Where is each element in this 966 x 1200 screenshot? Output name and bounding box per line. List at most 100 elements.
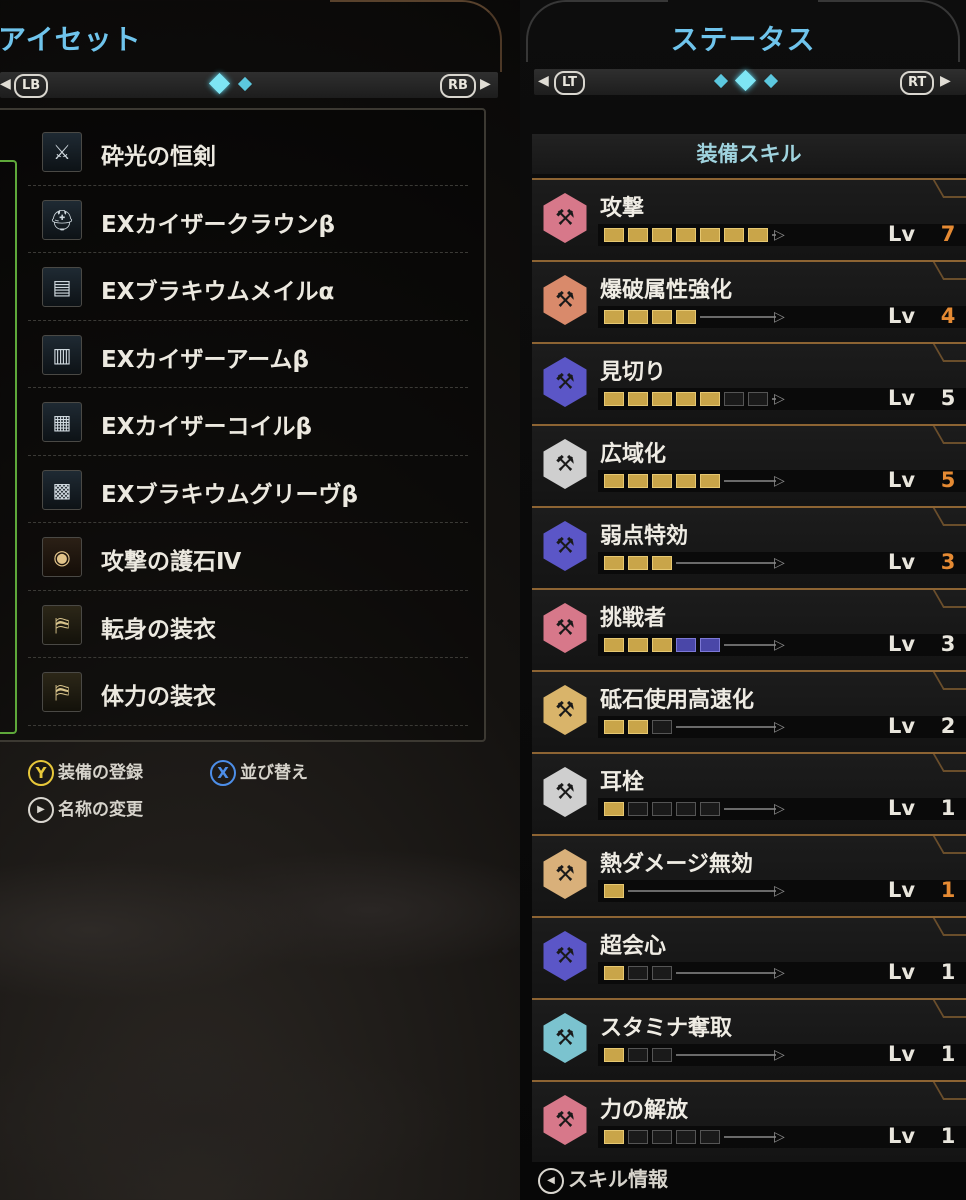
equipment-name: 体力の装衣 bbox=[101, 684, 216, 710]
skill-row[interactable]: ⚒ 超会心 ▷ Lv 1 bbox=[532, 916, 966, 998]
touchpad-button-icon: ◀ bbox=[538, 1167, 564, 1194]
equipment-name: EXカイザーコイルβ bbox=[101, 414, 312, 440]
skill-row[interactable]: ⚒ 耳栓 ▷ Lv 1 bbox=[532, 752, 966, 834]
level-pip bbox=[628, 802, 648, 816]
skill-name: 砥石使用高速化 bbox=[600, 688, 755, 713]
level-pip bbox=[652, 474, 672, 488]
level-pip bbox=[604, 1130, 624, 1144]
skill-row[interactable]: ⚒ 弱点特効 ▷ Lv 3 bbox=[532, 506, 966, 588]
sort-hint[interactable]: X 並び替え bbox=[210, 758, 308, 786]
skill-row[interactable]: ⚒ 熱ダメージ無効 ▷ Lv 1 bbox=[532, 834, 966, 916]
skill-gem-icon: ⚒ bbox=[543, 439, 587, 489]
rename-hint[interactable]: ▶ 名称の変更 bbox=[28, 795, 143, 823]
level-pip bbox=[604, 556, 624, 570]
skill-row[interactable]: ⚒ 挑戦者 ▷ Lv 3 bbox=[532, 588, 966, 670]
level-pip bbox=[628, 392, 648, 406]
level-label: Lv bbox=[888, 878, 916, 902]
skill-row[interactable]: ⚒ 攻撃 ▷ Lv 7 bbox=[532, 178, 966, 260]
equipment-row[interactable]: ▥ EXカイザーアームβ bbox=[28, 321, 468, 388]
equipment-row[interactable]: ▦ EXカイザーコイルβ bbox=[28, 388, 468, 456]
level-pip bbox=[676, 474, 696, 488]
level-value: 3 bbox=[940, 632, 956, 656]
level-pip bbox=[628, 1048, 648, 1062]
gauge-line bbox=[676, 1054, 776, 1056]
gauge-end-icon: ▷ bbox=[774, 555, 785, 571]
level-pip bbox=[604, 638, 624, 652]
y-button-icon: Y bbox=[28, 760, 54, 786]
skill-gem-icon: ⚒ bbox=[543, 849, 587, 899]
equipment-row[interactable]: ⛿ 転身の装衣 bbox=[28, 591, 468, 658]
skill-name: 弱点特効 bbox=[600, 524, 689, 549]
level-label: Lv bbox=[888, 468, 916, 492]
level-label: Lv bbox=[888, 714, 916, 738]
arrow-left-icon: ◀ bbox=[0, 76, 11, 92]
skill-level-gauge: ▷ bbox=[604, 637, 785, 653]
level-pip bbox=[676, 1130, 696, 1144]
equipment-row[interactable]: ▤ EXブラキウムメイルα bbox=[28, 253, 468, 321]
level-pip bbox=[676, 638, 696, 652]
level-pip bbox=[652, 228, 672, 242]
equipment-row[interactable]: ⛿ 体力の装衣 bbox=[28, 658, 468, 726]
gauge-line bbox=[724, 644, 776, 646]
level-label: Lv bbox=[888, 1042, 916, 1066]
header-ornament bbox=[330, 0, 502, 72]
equipment-row[interactable]: ⚔ 砕光の恒剣 bbox=[28, 118, 468, 186]
mantle-icon: ⛿ bbox=[42, 672, 82, 712]
skill-row[interactable]: ⚒ 爆破属性強化 ▷ Lv 4 bbox=[532, 260, 966, 342]
chest-armor-icon: ▤ bbox=[42, 267, 82, 307]
level-pip bbox=[604, 802, 624, 816]
level-pip bbox=[652, 802, 672, 816]
level-label: Lv bbox=[888, 960, 916, 984]
level-value: 4 bbox=[940, 304, 956, 328]
equipment-row[interactable]: ▩ EXブラキウムグリーヴβ bbox=[28, 456, 468, 523]
level-value: 2 bbox=[940, 714, 956, 738]
skill-row[interactable]: ⚒ 力の解放 ▷ Lv 1 bbox=[532, 1080, 966, 1162]
gauntlet-icon: ▥ bbox=[42, 334, 82, 375]
skill-row[interactable]: ⚒ 砥石使用高速化 ▷ Lv 2 bbox=[532, 670, 966, 752]
equipment-set-title: アイセット bbox=[0, 23, 142, 56]
level-pip bbox=[676, 392, 696, 406]
level-value: 7 bbox=[940, 222, 956, 246]
page-dot bbox=[237, 76, 253, 92]
touchpad-button-icon: ▶ bbox=[28, 797, 54, 823]
level-pip bbox=[700, 474, 720, 488]
rb-button[interactable]: RB bbox=[440, 74, 476, 98]
waist-armor-icon: ▦ bbox=[42, 402, 82, 442]
skill-row[interactable]: ⚒ スタミナ奪取 ▷ Lv 1 bbox=[532, 998, 966, 1080]
level-label: Lv bbox=[888, 222, 916, 246]
lb-button[interactable]: LB bbox=[14, 74, 49, 98]
equipment-name: EXブラキウムメイルα bbox=[101, 279, 335, 305]
equipment-row[interactable]: ◉ 攻撃の護石Ⅳ bbox=[28, 523, 468, 591]
skill-row[interactable]: ⚒ 見切り ▷ Lv 5 bbox=[532, 342, 966, 424]
skill-name: 耳栓 bbox=[600, 770, 645, 795]
equipped-skills-header: 装備スキル bbox=[532, 134, 966, 174]
level-pip bbox=[628, 474, 648, 488]
level-pip bbox=[604, 228, 624, 242]
level-pip bbox=[652, 310, 672, 324]
equipment-name: EXブラキウムグリーヴβ bbox=[101, 481, 358, 508]
status-panel: ステータス ◀ LT RT ▶ 装備スキル ⚒ 攻撃 ▷ Lv 7 ⚒ 爆破属性強化 ▷ Lv 4… bbox=[520, 0, 966, 1200]
skill-info-hint[interactable]: ◀ スキル情報 bbox=[538, 1163, 668, 1194]
level-pip bbox=[604, 474, 624, 488]
register-hint[interactable]: Y 装備の登録 bbox=[28, 758, 143, 786]
equipment-row[interactable]: ⛑ EXカイザークラウンβ bbox=[28, 186, 468, 253]
skill-row[interactable]: ⚒ 広域化 ▷ Lv 5 bbox=[532, 424, 966, 506]
skill-name: 挑戦者 bbox=[600, 606, 667, 631]
level-pip bbox=[604, 310, 624, 324]
skill-gem-icon: ⚒ bbox=[543, 767, 587, 817]
level-label: Lv bbox=[888, 386, 916, 410]
greaves-icon: ▩ bbox=[42, 469, 82, 510]
level-pip bbox=[604, 392, 624, 406]
level-pip bbox=[676, 802, 696, 816]
skill-level-gauge: ▷ bbox=[604, 801, 785, 817]
level-value: 1 bbox=[940, 1124, 956, 1148]
skill-gem-icon: ⚒ bbox=[543, 1013, 587, 1063]
skill-gem-icon: ⚒ bbox=[543, 275, 587, 325]
level-pip bbox=[700, 638, 720, 652]
rt-button[interactable]: RT bbox=[900, 71, 935, 95]
level-pip bbox=[652, 966, 672, 980]
skill-name: 攻撃 bbox=[600, 196, 645, 221]
level-pip bbox=[628, 228, 648, 242]
lt-button[interactable]: LT bbox=[554, 71, 585, 95]
mantle-icon: ⛿ bbox=[42, 604, 82, 645]
